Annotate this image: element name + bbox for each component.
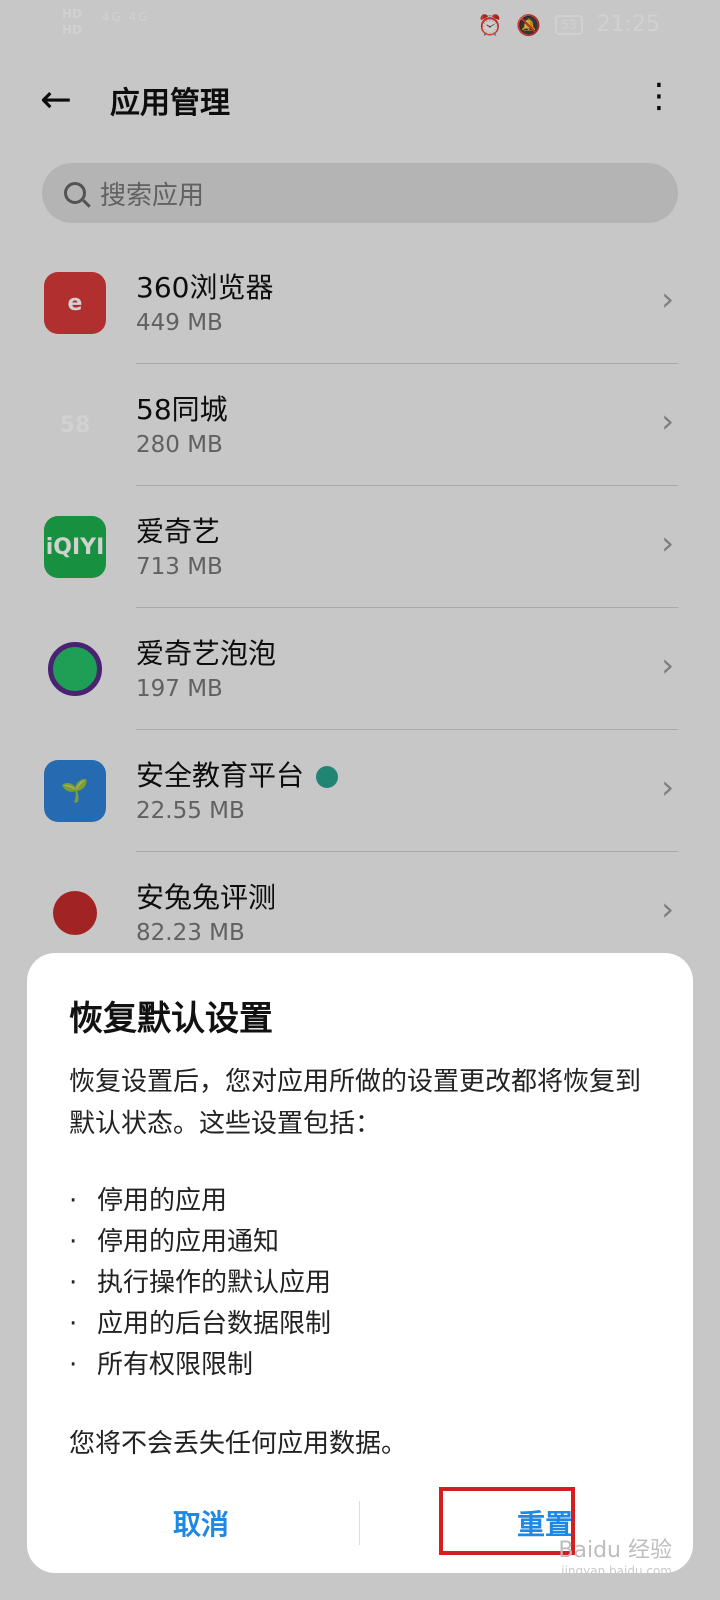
bullet-icon: · [69, 1186, 78, 1216]
reset-dialog: 恢复默认设置 恢复设置后，您对应用所做的设置更改都将恢复到默认状态。这些设置包括… [27, 953, 693, 1573]
watermark-text: Baidu 经验 [558, 1538, 672, 1563]
list-item: · 停用的应用 [69, 1181, 331, 1222]
bullet-text: 停用的应用 [97, 1186, 228, 1216]
list-item: · 应用的后台数据限制 [69, 1304, 331, 1345]
bullet-icon: · [69, 1268, 78, 1298]
dialog-bullet-list: · 停用的应用 · 停用的应用通知 · 执行操作的默认应用 · 应用的后台数据限制 · 所… [69, 1181, 331, 1386]
bullet-text: 所有权限限制 [97, 1350, 254, 1380]
bullet-icon: · [69, 1227, 78, 1257]
cancel-button[interactable]: 取消 [101, 1501, 301, 1549]
bullet-icon: · [69, 1350, 78, 1380]
list-item: · 所有权限限制 [69, 1345, 331, 1386]
dialog-title: 恢复默认设置 [69, 999, 273, 1039]
list-item: · 停用的应用通知 [69, 1222, 331, 1263]
dialog-message: 恢复设置后，您对应用所做的设置更改都将恢复到默认状态。这些设置包括： [69, 1067, 642, 1139]
list-item: · 执行操作的默认应用 [69, 1263, 331, 1304]
bullet-icon: · [69, 1309, 78, 1339]
bullet-text: 停用的应用通知 [97, 1227, 280, 1257]
dialog-footer-note: 您将不会丢失任何应用数据。 [69, 1429, 408, 1459]
bullet-text: 执行操作的默认应用 [97, 1268, 332, 1298]
watermark: Baidu 经验 jingyan.baidu.com [558, 1532, 672, 1578]
button-divider [359, 1501, 360, 1545]
highlight-box [439, 1487, 575, 1555]
bullet-text: 应用的后台数据限制 [97, 1309, 332, 1339]
watermark-sub: jingyan.baidu.com [561, 1564, 672, 1578]
